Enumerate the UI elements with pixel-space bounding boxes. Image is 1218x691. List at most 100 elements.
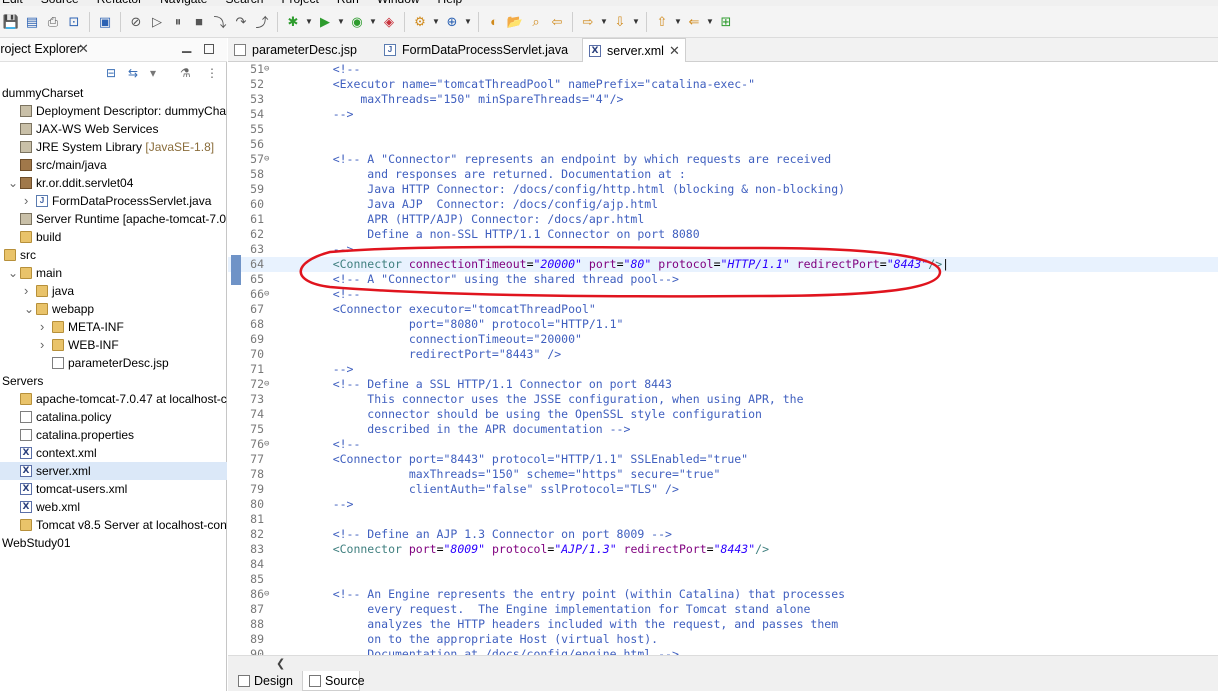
code-line[interactable]: 69 connectionTimeout="20000"	[228, 332, 1218, 347]
code-line[interactable]: 88 analyzes the HTTP headers included wi…	[228, 617, 1218, 632]
code-line[interactable]: 86 ⊖ <!-- An Engine represents the entry …	[228, 587, 1218, 602]
code-line[interactable]: 83 <Connector port="8009" protocol="AJP/…	[228, 542, 1218, 557]
fold-toggle-icon[interactable]: ⊖	[264, 62, 274, 77]
code-line[interactable]: 73 This connector uses the JSSE configur…	[228, 392, 1218, 407]
tree-item[interactable]: build	[0, 228, 227, 246]
expanded-chevron-icon[interactable]: ⌄	[8, 174, 18, 192]
collapsed-chevron-icon[interactable]: ›	[40, 336, 44, 354]
fold-toggle-icon[interactable]: ⊖	[264, 437, 274, 452]
tree-item[interactable]: › WEB-INF	[0, 336, 227, 354]
code-line[interactable]: 72 ⊖ <!-- Define a SSL HTTP/1.1 Connector…	[228, 377, 1218, 392]
save-icon[interactable]: 💾	[2, 13, 20, 31]
editor-tab[interactable]: parameterDesc.jsp	[228, 38, 378, 62]
new-server-icon[interactable]: ⚙	[411, 13, 429, 31]
resume-icon[interactable]: ▷	[148, 13, 166, 31]
code-line[interactable]: 89 on to the appropriate Host (virtual h…	[228, 632, 1218, 647]
fold-toggle-icon[interactable]: ⊖	[264, 287, 274, 302]
code-line[interactable]: 71 -->	[228, 362, 1218, 377]
save-all-icon[interactable]: ▤	[23, 13, 41, 31]
tree-item[interactable]: › java	[0, 282, 227, 300]
run-icon[interactable]: ▶	[316, 13, 334, 31]
code-line[interactable]: 80 -->	[228, 497, 1218, 512]
editor-mode-tab-design[interactable]: Design	[232, 671, 298, 691]
minimize-icon[interactable]: ▁	[182, 39, 191, 53]
code-line[interactable]: 66 ⊖ <!--	[228, 287, 1218, 302]
code-line[interactable]: 82 <!-- Define an AJP 1.3 Connector on p…	[228, 527, 1218, 542]
tree-item[interactable]: › META-INF	[0, 318, 227, 336]
code-line[interactable]: 62 Define a non-SSL HTTP/1.1 Connector o…	[228, 227, 1218, 242]
code-line[interactable]: 64 <Connector connectionTimeout="20000" …	[228, 255, 1218, 285]
tree-item[interactable]: Server Runtime [apache-tomcat-7.0.47]	[0, 210, 227, 228]
expanded-chevron-icon[interactable]: ⌄	[24, 300, 34, 318]
view-menu-dropdown-icon[interactable]: ▾	[150, 66, 156, 80]
dropdown-arrow-icon[interactable]: ▼	[337, 13, 345, 31]
tree-item[interactable]: ⌄ src	[0, 246, 227, 264]
collapsed-chevron-icon[interactable]: ›	[24, 282, 28, 300]
next-annotation-icon[interactable]: ⇩	[611, 13, 629, 31]
tree-item[interactable]: Xweb.xml	[0, 498, 227, 516]
expanded-chevron-icon[interactable]: ⌄	[8, 264, 18, 282]
fold-toggle-icon[interactable]: ⊖	[264, 152, 274, 167]
skip-breakpoints-icon[interactable]: ⊘	[127, 13, 145, 31]
dropdown-arrow-icon[interactable]: ▼	[369, 13, 377, 31]
tree-item[interactable]: JAX-WS Web Services	[0, 120, 227, 138]
tree-item[interactable]: catalina.policy	[0, 408, 227, 426]
editor-mode-tab-source[interactable]: Source	[302, 671, 365, 691]
filter-icon[interactable]: ⚗	[180, 66, 191, 80]
code-line[interactable]: 51 ⊖ <!--	[228, 62, 1218, 77]
tree-item[interactable]: Xcontext.xml	[0, 444, 227, 462]
code-line[interactable]: 55	[228, 122, 1218, 137]
tree-item[interactable]: JRE System Library [JavaSE-1.8]	[0, 138, 227, 156]
code-line[interactable]: 87 every request. The Engine implementat…	[228, 602, 1218, 617]
tree-item[interactable]: › J FormDataProcessServlet.java	[0, 192, 227, 210]
fold-toggle-icon[interactable]: ⊖	[264, 587, 274, 602]
print-icon[interactable]: ⎙	[44, 13, 62, 31]
code-line[interactable]: 54 -->	[228, 107, 1218, 122]
code-line[interactable]: 60 Java AJP Connector: /docs/config/ajp.…	[228, 197, 1218, 212]
step-over-icon[interactable]: ↷	[232, 13, 250, 31]
dropdown-arrow-icon[interactable]: ▼	[632, 13, 640, 31]
scroll-left-icon[interactable]: ❮	[276, 657, 285, 670]
code-line[interactable]: 67 <Connector executor="tomcatThreadPool…	[228, 302, 1218, 317]
tree-item[interactable]: ⌄ webapp	[0, 300, 227, 318]
dropdown-arrow-icon[interactable]: ▼	[464, 13, 472, 31]
editor-tab[interactable]: Xserver.xml ✕	[582, 38, 686, 62]
tree-item[interactable]: parameterDesc.jsp	[0, 354, 227, 372]
dropdown-arrow-icon[interactable]: ▼	[706, 13, 714, 31]
code-line[interactable]: 81	[228, 512, 1218, 527]
code-line[interactable]: 56	[228, 137, 1218, 152]
dropdown-arrow-icon[interactable]: ▼	[432, 13, 440, 31]
source-editor[interactable]: 51 ⊖ <!-- 52 <Executor name="tomcatThreadP…	[228, 62, 1218, 655]
code-line[interactable]: 84	[228, 557, 1218, 572]
prev-annotation-icon[interactable]: ⇧	[653, 13, 671, 31]
dropdown-arrow-icon[interactable]: ▼	[600, 13, 608, 31]
view-menu-icon[interactable]: ⋮	[206, 66, 218, 80]
tree-item[interactable]: Deployment Descriptor: dummyCharset	[0, 102, 227, 120]
code-line[interactable]: 77 <Connector port="8443" protocol="HTTP…	[228, 452, 1218, 467]
code-line[interactable]: 52 <Executor name="tomcatThreadPool" nam…	[228, 77, 1218, 92]
external-tools-icon[interactable]: ◈	[380, 13, 398, 31]
open-task-icon[interactable]: ◐	[485, 13, 503, 31]
fold-toggle-icon[interactable]: ⊖	[264, 377, 274, 392]
link-with-editor-icon[interactable]: ⇆	[128, 66, 138, 80]
console-icon[interactable]: ▣	[96, 13, 114, 31]
code-line[interactable]: 61 APR (HTTP/AJP) Connector: /docs/apr.h…	[228, 212, 1218, 227]
editor-tab[interactable]: J FormDataProcessServlet.java	[378, 38, 582, 62]
coverage-icon[interactable]: ◉	[348, 13, 366, 31]
debug-icon[interactable]: ✱	[284, 13, 302, 31]
code-line[interactable]: 65 <!-- A "Connector" using the shared t…	[228, 272, 1218, 287]
code-line[interactable]: 58 and responses are returned. Documenta…	[228, 167, 1218, 182]
code-line[interactable]: 79 clientAuth="false" sslProtocol="TLS" …	[228, 482, 1218, 497]
tree-item[interactable]: apache-tomcat-7.0.47 at localhost-config	[0, 390, 227, 408]
tree-item[interactable]: Servers	[0, 372, 227, 390]
code-line[interactable]: 74 connector should be using the OpenSSL…	[228, 407, 1218, 422]
code-line[interactable]: 53 maxThreads="150" minSpareThreads="4"/…	[228, 92, 1218, 107]
tree-item[interactable]: WebStudy01	[0, 534, 227, 552]
terminate-icon[interactable]: ■	[190, 13, 208, 31]
tree-item[interactable]: src/main/java	[0, 156, 227, 174]
maximize-icon[interactable]	[204, 44, 214, 54]
open-folder-icon[interactable]: 📂	[506, 13, 524, 31]
code-line[interactable]: 75 described in the APR documentation --…	[228, 422, 1218, 437]
forward-icon[interactable]: ⇨	[579, 13, 597, 31]
code-line[interactable]: 68 port="8080" protocol="HTTP/1.1"	[228, 317, 1218, 332]
